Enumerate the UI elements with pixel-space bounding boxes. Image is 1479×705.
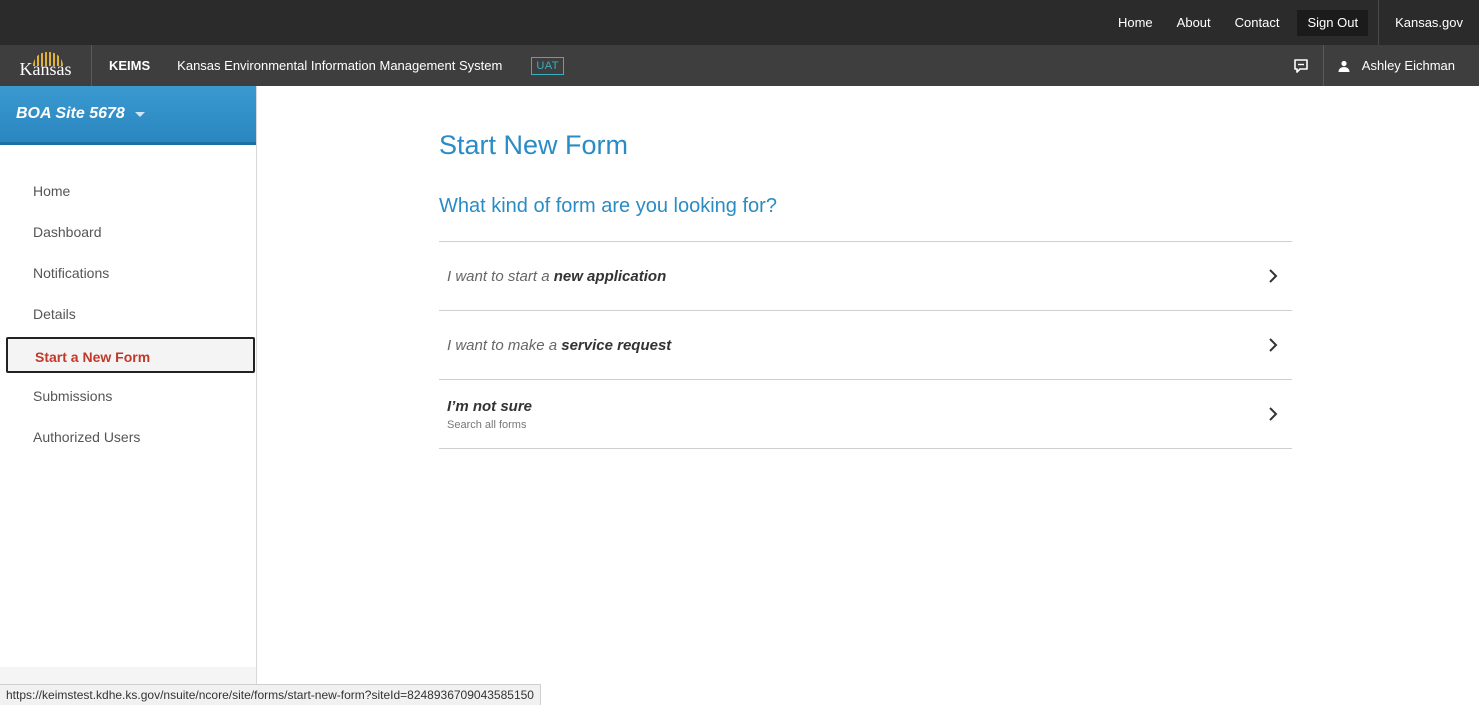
top-link-kansas-gov[interactable]: Kansas.gov: [1378, 0, 1479, 45]
status-url: https://keimstest.kdhe.ks.gov/nsuite/nco…: [0, 684, 541, 705]
sidebar-item-authorized-users[interactable]: Authorized Users: [0, 419, 256, 455]
environment-badge: UAT: [531, 56, 565, 75]
appbar-right: Ashley Eichman: [1280, 45, 1479, 86]
option-new-application[interactable]: I want to start a new application: [439, 242, 1292, 311]
main-content: Start New Form What kind of form are you…: [439, 86, 1292, 449]
option-label: I want to start a new application: [447, 267, 667, 285]
logo-sunrise-mark: [33, 52, 63, 66]
sidebar-item-start-new-form[interactable]: Start a New Form: [6, 337, 255, 373]
option-service-request[interactable]: I want to make a service request: [439, 311, 1292, 380]
sidebar-item-submissions[interactable]: Submissions: [0, 378, 256, 414]
chevron-right-icon: [1268, 406, 1278, 422]
top-link-contact[interactable]: Contact: [1223, 0, 1292, 45]
chevron-right-icon: [1268, 268, 1278, 284]
sidebar-item-home[interactable]: Home: [0, 173, 256, 209]
kansas-logo[interactable]: Kansas: [0, 45, 92, 86]
app-brand[interactable]: KEIMS: [109, 58, 150, 73]
option-title: I’m not sure: [447, 397, 533, 415]
feedback-icon[interactable]: [1280, 45, 1324, 86]
form-option-list: I want to start a new application I want…: [439, 241, 1292, 449]
sidebar-nav: Home Dashboard Notifications Details Sta…: [0, 173, 256, 455]
chevron-right-icon: [1268, 337, 1278, 353]
sign-out-button[interactable]: Sign Out: [1297, 9, 1369, 36]
page-title: Start New Form: [439, 130, 629, 160]
sidebar-item-dashboard[interactable]: Dashboard: [0, 214, 256, 250]
sidebar: BOA Site 5678 Home Dashboard Notificatio…: [0, 86, 257, 705]
top-link-about[interactable]: About: [1165, 0, 1223, 45]
top-utility-bar: Home About Contact Sign Out Kansas.gov: [0, 0, 1479, 45]
site-name: BOA Site 5678: [16, 105, 125, 122]
app-header: Kansas KEIMS Kansas Environmental Inform…: [0, 45, 1479, 86]
system-name: Kansas Environmental Information Managem…: [177, 58, 503, 73]
sidebar-item-notifications[interactable]: Notifications: [0, 255, 256, 291]
caret-down-icon: [134, 111, 145, 117]
site-selector[interactable]: BOA Site 5678: [0, 86, 256, 145]
sidebar-item-details[interactable]: Details: [0, 296, 256, 332]
top-link-home[interactable]: Home: [1106, 0, 1165, 45]
option-not-sure[interactable]: I’m not sure Search all forms: [439, 380, 1292, 449]
option-label-group: I’m not sure Search all forms: [447, 398, 532, 431]
form-kind-question: What kind of form are you looking for?: [439, 195, 777, 217]
user-icon: [1338, 60, 1350, 72]
user-menu[interactable]: Ashley Eichman: [1324, 45, 1479, 86]
option-subtitle: Search all forms: [447, 418, 527, 431]
top-links: Home About Contact Sign Out Kansas.gov: [1106, 0, 1479, 45]
option-label: I want to make a service request: [447, 336, 672, 354]
user-name: Ashley Eichman: [1361, 58, 1455, 73]
